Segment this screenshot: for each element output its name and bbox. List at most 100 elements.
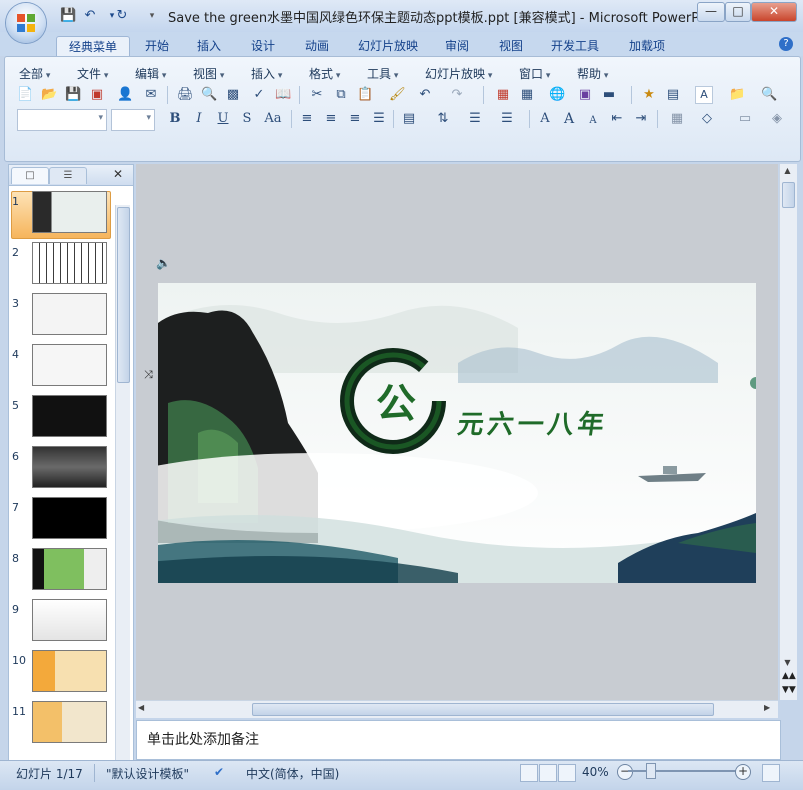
menu-help[interactable]: 帮助 (577, 65, 608, 82)
zoom-level[interactable]: 40% (582, 765, 609, 779)
slide-title[interactable]: 元六一八年 (455, 404, 610, 441)
scroll-right-icon[interactable]: ▶ (764, 703, 770, 712)
theme-name[interactable]: "默认设计模板" (106, 765, 189, 782)
underline-button[interactable]: U (215, 111, 231, 127)
slide-thumbnail[interactable] (32, 650, 107, 692)
scroll-left-icon[interactable]: ◀ (138, 703, 144, 712)
tab-slideshow[interactable]: 幻灯片放映 (350, 36, 426, 56)
cut-icon[interactable]: ✂ (309, 87, 325, 103)
print-preview-icon[interactable]: 🔍 (201, 87, 217, 103)
maximize-button[interactable]: □ (725, 2, 751, 22)
menu-slideshow[interactable]: 幻灯片放映 (425, 65, 492, 82)
align-right-icon[interactable]: ≡ (347, 111, 363, 127)
tab-addins[interactable]: 加载项 (618, 36, 676, 56)
zoom-in-button[interactable]: + (735, 764, 751, 780)
increase-font-button[interactable]: A (561, 111, 577, 127)
redo-toolbar-icon[interactable]: ↷ (449, 87, 465, 103)
slide-thumbnail[interactable] (32, 242, 107, 284)
repeat-icon[interactable]: ↻ (114, 8, 130, 24)
decrease-indent-icon[interactable]: ⇤ (609, 111, 625, 127)
fit-to-window-button[interactable] (762, 764, 780, 782)
undo-toolbar-icon[interactable]: ↶ (417, 87, 433, 103)
decrease-font-button[interactable]: A (585, 113, 601, 129)
slide-thumbnail[interactable] (32, 497, 107, 539)
slide-thumbnail[interactable] (32, 293, 107, 335)
slide-sorter-button[interactable] (539, 764, 557, 782)
bold-button[interactable]: B (167, 111, 183, 127)
paste-icon[interactable]: 📋 (357, 87, 373, 103)
folder-icon[interactable]: 📁 (729, 87, 745, 103)
font-color-button[interactable]: A (537, 111, 553, 127)
font-size-combo[interactable] (111, 109, 155, 131)
font-name-combo[interactable] (17, 109, 107, 131)
find-icon[interactable]: 🔍 (761, 87, 777, 103)
pdf-icon[interactable]: ▣ (89, 87, 105, 103)
tab-insert[interactable]: 插入 (188, 36, 230, 56)
format-painter-icon[interactable]: 🖌 (389, 87, 406, 103)
tab-review[interactable]: 审阅 (436, 36, 478, 56)
slide-thumbnail[interactable] (32, 548, 107, 590)
minimize-button[interactable]: — (697, 2, 725, 22)
align-center-icon[interactable]: ≡ (323, 111, 339, 127)
menu-window[interactable]: 窗口 (519, 65, 550, 82)
help-icon[interactable]: ? (779, 37, 793, 51)
fill-icon[interactable]: ◈ (769, 111, 785, 127)
tab-classic-menu[interactable]: 经典菜单 (56, 36, 130, 57)
panel-scrollbar[interactable] (115, 205, 130, 761)
arrange-icon[interactable]: ▭ (737, 111, 753, 127)
tab-outline[interactable]: ☰ (49, 167, 87, 184)
permission-icon[interactable]: 👤 (117, 87, 133, 103)
slide-thumbnail[interactable] (32, 701, 107, 743)
shapes-icon[interactable]: ◇ (699, 111, 715, 127)
previous-slide-icon[interactable]: ▲▲ (782, 672, 796, 681)
menu-edit[interactable]: 编辑 (135, 65, 166, 82)
color-scheme-icon[interactable]: ▣ (577, 87, 593, 103)
tab-animation[interactable]: 动画 (294, 36, 340, 56)
tab-home[interactable]: 开始 (136, 36, 178, 56)
justify-icon[interactable]: ☰ (371, 111, 387, 127)
slide-design-icon[interactable]: ▦ (669, 111, 685, 127)
chart-icon[interactable]: ▦ (495, 87, 511, 103)
line-spacing-icon[interactable]: ⇅ (435, 111, 451, 127)
columns-icon[interactable]: ▤ (401, 111, 417, 127)
research-icon[interactable]: 📖 (275, 87, 291, 103)
change-case-button[interactable]: Aa (261, 111, 285, 127)
tab-developer[interactable]: 开发工具 (542, 36, 608, 56)
zoom-out-button[interactable]: − (617, 764, 633, 780)
new-icon[interactable]: 📄 (17, 87, 33, 103)
menu-format[interactable]: 格式 (309, 65, 340, 82)
copy-icon[interactable]: ⧉ (333, 87, 349, 103)
save-toolbar-icon[interactable]: 💾 (65, 87, 81, 103)
tab-slides[interactable]: □ (11, 167, 49, 184)
panel-scroll-thumb[interactable] (117, 207, 130, 383)
close-panel-button[interactable]: ✕ (113, 167, 123, 181)
zoom-slider-thumb[interactable] (646, 763, 656, 779)
tab-view[interactable]: 视图 (488, 36, 534, 56)
email-icon[interactable]: ✉ (143, 87, 159, 103)
slide-thumbnail[interactable] (32, 395, 107, 437)
slideshow-view-button[interactable] (558, 764, 576, 782)
scroll-up-icon[interactable]: ▲ (782, 166, 793, 178)
notes-placeholder[interactable]: 单击此处添加备注 (147, 729, 259, 749)
print-icon[interactable]: 🖨 (177, 87, 194, 103)
slide-thumbnail[interactable] (32, 599, 107, 641)
office-button[interactable] (6, 3, 46, 43)
close-button[interactable]: ✕ (751, 2, 797, 22)
numbering-icon[interactable]: ☰ (467, 111, 483, 127)
slide-thumbnail[interactable] (32, 344, 107, 386)
slide-thumbnail[interactable] (32, 446, 107, 488)
tab-design[interactable]: 设计 (240, 36, 286, 56)
shadow-button[interactable]: S (239, 111, 255, 127)
menu-tools[interactable]: 工具 (367, 65, 398, 82)
slide-thumbnail[interactable] (32, 191, 107, 233)
new-slide-icon[interactable]: ★ (641, 87, 657, 103)
slide-horizontal-scrollbar[interactable]: ◀ ▶ (136, 700, 778, 718)
notes-pane[interactable]: 单击此处添加备注 (136, 720, 781, 760)
layout-icon[interactable]: ▤ (665, 87, 681, 103)
zoom-slider[interactable] (628, 770, 736, 772)
spell-check-icon[interactable]: ✔ (214, 765, 224, 779)
italic-button[interactable]: I (191, 111, 207, 127)
align-left-icon[interactable]: ≡ (299, 111, 315, 127)
slide-scroll-thumb[interactable] (782, 182, 795, 208)
spelling-icon[interactable]: ✓ (251, 87, 267, 103)
